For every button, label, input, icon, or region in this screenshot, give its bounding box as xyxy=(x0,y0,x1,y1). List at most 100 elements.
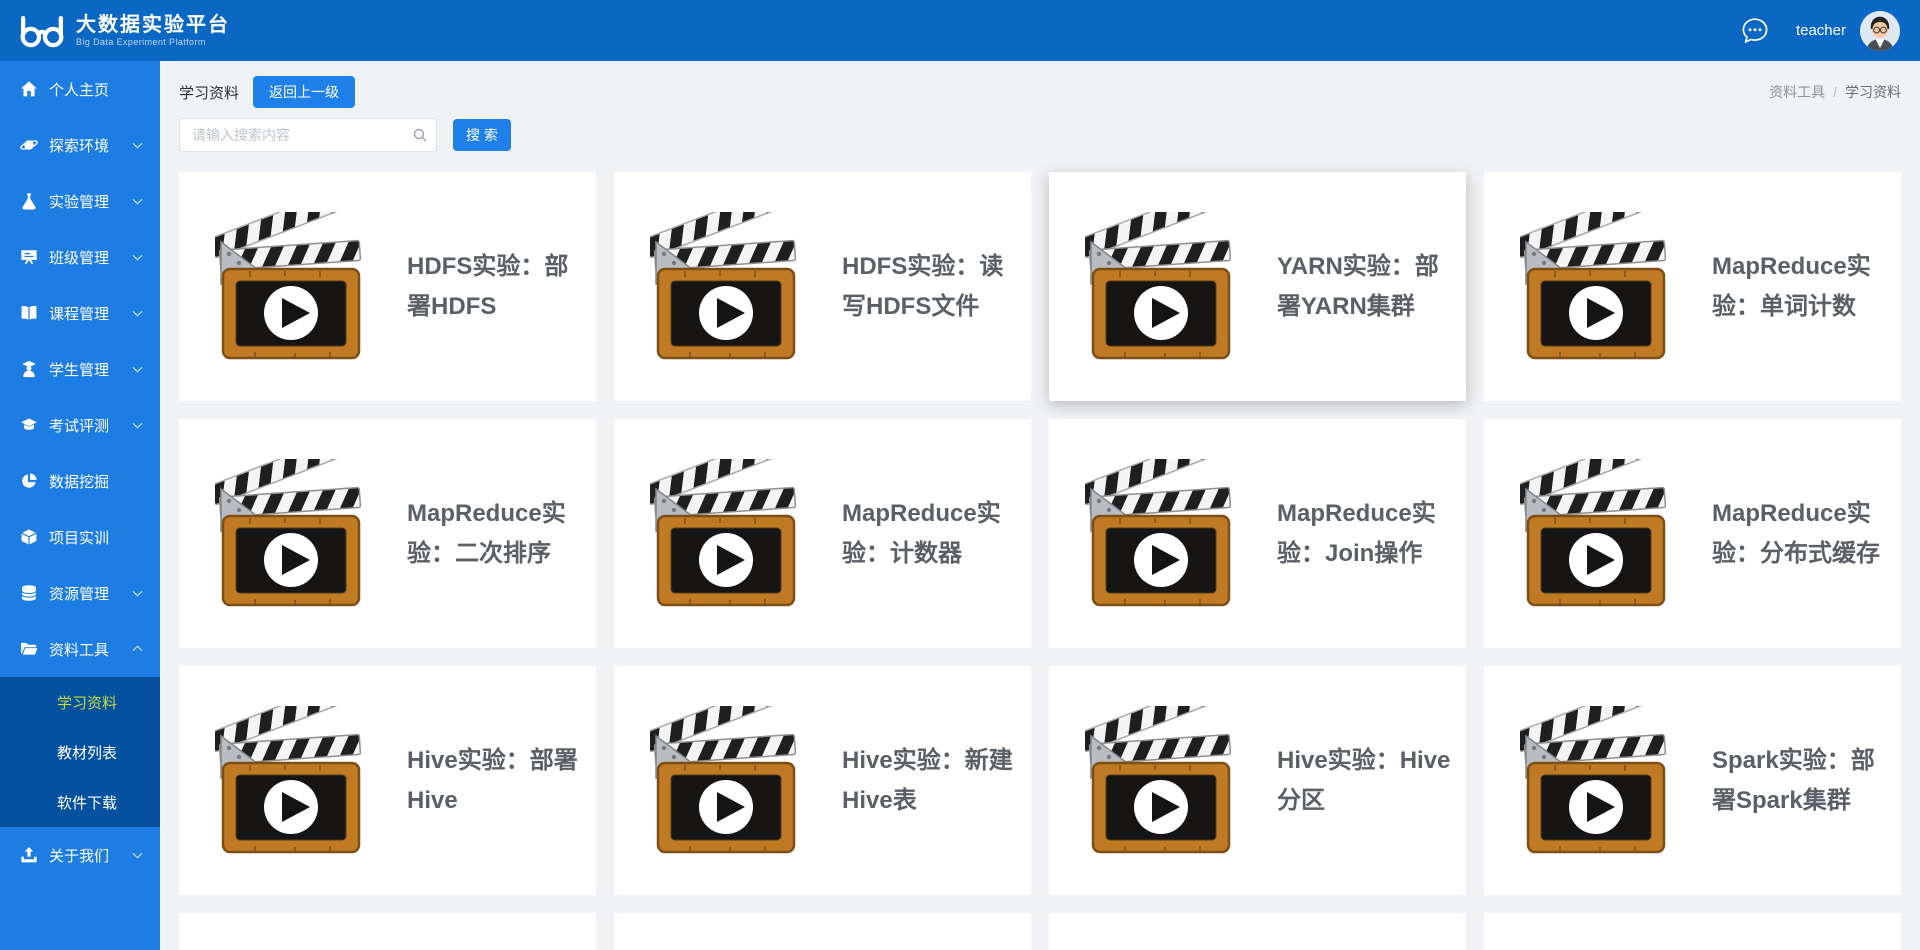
video-card[interactable]: Hive实验：新建Hive表 xyxy=(614,666,1031,895)
submenu-item-learning-materials[interactable]: 学习资料 xyxy=(0,677,160,727)
video-card-partial[interactable] xyxy=(179,913,596,950)
video-clapperboard-icon xyxy=(650,706,800,856)
chevron-up-icon xyxy=(133,646,143,656)
chevron-down-icon xyxy=(133,849,143,859)
sidebar-item-resource-mgmt[interactable]: 资源管理 xyxy=(0,565,160,621)
sidebar-item-label: 数据挖掘 xyxy=(49,471,144,492)
brand[interactable]: 大数据实验平台 Big Data Experiment Platform xyxy=(18,13,230,49)
video-card-partial[interactable] xyxy=(614,913,1031,950)
video-title: MapReduce实验：Join操作 xyxy=(1277,494,1456,574)
upload-icon xyxy=(20,846,38,864)
breadcrumb-separator: / xyxy=(1833,84,1837,100)
sidebar-item-home[interactable]: 个人主页 xyxy=(0,61,160,117)
chevron-down-icon xyxy=(133,251,143,261)
sidebar-item-label: 探索环境 xyxy=(49,135,134,156)
video-clapperboard-icon xyxy=(215,459,365,609)
username: teacher xyxy=(1796,22,1846,39)
sidebar: 个人主页 探索环境 实验管理 xyxy=(0,61,160,950)
submenu-item-label: 软件下载 xyxy=(57,792,117,813)
sidebar-item-student-mgmt[interactable]: 学生管理 xyxy=(0,341,160,397)
database-icon xyxy=(20,584,38,602)
video-card[interactable]: MapReduce实验：二次排序 xyxy=(179,419,596,648)
search-input[interactable] xyxy=(179,118,437,152)
brand-logo-icon xyxy=(18,13,66,49)
video-title: Spark实验：部署Spark集群 xyxy=(1712,741,1891,821)
video-clapperboard-icon xyxy=(1085,706,1235,856)
video-card-grid: HDFS实验：部署HDFS HDFS实验：读写HDFS文件 YARN实验：部署Y… xyxy=(179,172,1901,950)
sidebar-item-class-mgmt[interactable]: 班级管理 xyxy=(0,229,160,285)
breadcrumb-parent[interactable]: 资料工具 xyxy=(1769,84,1825,100)
sidebar-item-label: 项目实训 xyxy=(49,527,144,548)
video-title: HDFS实验：读写HDFS文件 xyxy=(842,247,1021,327)
video-card-partial[interactable] xyxy=(1049,913,1466,950)
sidebar-item-course-mgmt[interactable]: 课程管理 xyxy=(0,285,160,341)
video-clapperboard-icon xyxy=(1520,706,1670,856)
video-title: MapReduce实验：单词计数 xyxy=(1712,247,1891,327)
top-header: 大数据实验平台 Big Data Experiment Platform tea… xyxy=(0,0,1920,61)
video-card[interactable]: MapReduce实验：计数器 xyxy=(614,419,1031,648)
video-card[interactable]: MapReduce实验：分布式缓存 xyxy=(1484,419,1901,648)
search-icon xyxy=(412,127,428,143)
sidebar-item-label: 学生管理 xyxy=(49,359,134,380)
video-card-partial[interactable] xyxy=(1484,913,1901,950)
sidebar-item-exam-eval[interactable]: 考试评测 xyxy=(0,397,160,453)
video-title: MapReduce实验：计数器 xyxy=(842,494,1021,574)
video-clapperboard-icon xyxy=(1085,459,1235,609)
app-title: 大数据实验平台 xyxy=(76,14,230,37)
cube-icon xyxy=(20,528,38,546)
sidebar-item-about-us[interactable]: 关于我们 xyxy=(0,827,160,883)
flask-icon xyxy=(20,192,38,210)
sidebar-item-label: 关于我们 xyxy=(49,845,134,866)
video-title: HDFS实验：部署HDFS xyxy=(407,247,586,327)
video-card[interactable]: HDFS实验：部署HDFS xyxy=(179,172,596,401)
sidebar-item-label: 资料工具 xyxy=(49,639,134,660)
planet-icon xyxy=(20,136,38,154)
sidebar-item-label: 班级管理 xyxy=(49,247,134,268)
sidebar-item-experiment-mgmt[interactable]: 实验管理 xyxy=(0,173,160,229)
chevron-down-icon xyxy=(133,587,143,597)
submenu-item-label: 教材列表 xyxy=(57,742,117,763)
video-card[interactable]: Hive实验：Hive分区 xyxy=(1049,666,1466,895)
video-card[interactable]: MapReduce实验：Join操作 xyxy=(1049,419,1466,648)
submenu-item-software-download[interactable]: 软件下载 xyxy=(0,777,160,827)
breadcrumb-current: 学习资料 xyxy=(1845,84,1901,100)
video-title: MapReduce实验：分布式缓存 xyxy=(1712,494,1891,574)
breadcrumb: 资料工具 / 学习资料 xyxy=(1769,82,1901,102)
video-clapperboard-icon xyxy=(215,212,365,362)
sidebar-item-explore-env[interactable]: 探索环境 xyxy=(0,117,160,173)
pie-chart-icon xyxy=(20,472,38,490)
home-icon xyxy=(20,80,38,98)
video-card[interactable]: MapReduce实验：单词计数 xyxy=(1484,172,1901,401)
video-clapperboard-icon xyxy=(650,212,800,362)
sidebar-item-label: 实验管理 xyxy=(49,191,134,212)
video-title: Hive实验：Hive分区 xyxy=(1277,741,1456,821)
search-box xyxy=(179,118,437,152)
video-title: YARN实验：部署YARN集群 xyxy=(1277,247,1456,327)
sidebar-item-material-tools[interactable]: 资料工具 xyxy=(0,621,160,677)
video-clapperboard-icon xyxy=(1085,212,1235,362)
search-button[interactable]: 搜 索 xyxy=(453,119,511,151)
folder-icon xyxy=(20,640,38,658)
video-card[interactable]: HDFS实验：读写HDFS文件 xyxy=(614,172,1031,401)
video-card[interactable]: Hive实验：部署Hive xyxy=(179,666,596,895)
video-title: Hive实验：部署Hive xyxy=(407,741,586,821)
toolbar: 学习资料 返回上一级 资料工具 / 学习资料 xyxy=(160,61,1920,108)
sidebar-item-data-mining[interactable]: 数据挖掘 xyxy=(0,453,160,509)
chevron-down-icon xyxy=(133,419,143,429)
app-subtitle: Big Data Experiment Platform xyxy=(76,37,230,47)
avatar[interactable] xyxy=(1860,11,1900,51)
class-board-icon xyxy=(20,248,38,266)
sidebar-item-label: 资源管理 xyxy=(49,583,134,604)
mortarboard-icon xyxy=(20,416,38,434)
video-clapperboard-icon xyxy=(1520,212,1670,362)
video-card[interactable]: YARN实验：部署YARN集群 xyxy=(1049,172,1466,401)
video-card[interactable]: Spark实验：部署Spark集群 xyxy=(1484,666,1901,895)
page-title: 学习资料 xyxy=(179,82,239,103)
video-clapperboard-icon xyxy=(650,459,800,609)
chevron-down-icon xyxy=(133,307,143,317)
sidebar-item-project-training[interactable]: 项目实训 xyxy=(0,509,160,565)
back-button[interactable]: 返回上一级 xyxy=(253,76,355,108)
messages-icon[interactable] xyxy=(1740,16,1770,46)
submenu-item-textbook-list[interactable]: 教材列表 xyxy=(0,727,160,777)
search-bar: 搜 索 xyxy=(160,108,1920,152)
